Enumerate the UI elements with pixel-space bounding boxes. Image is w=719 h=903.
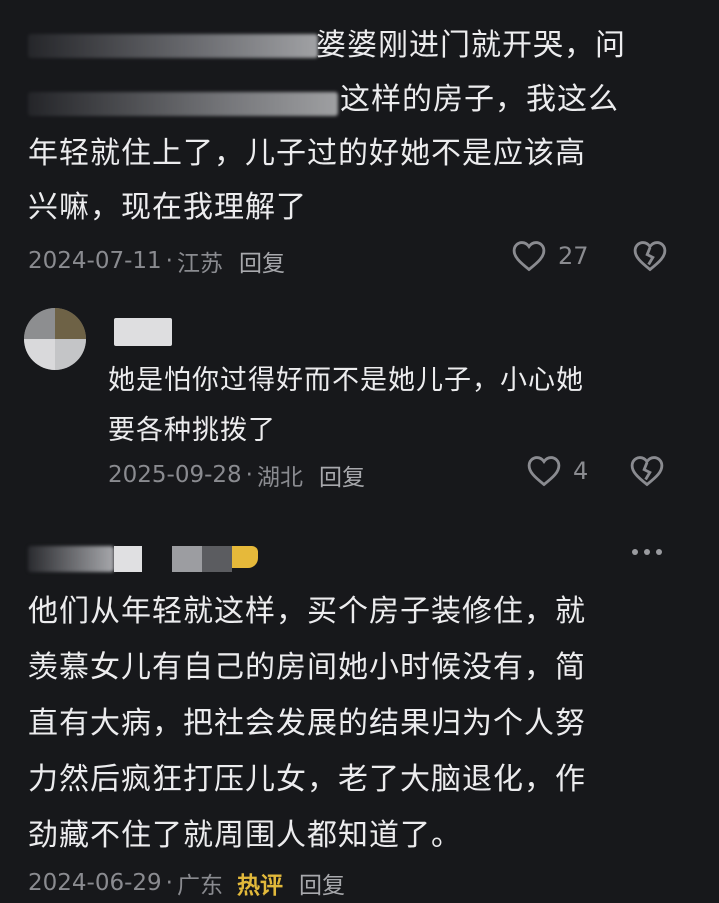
like-count: 4	[573, 457, 589, 485]
comment-text-line: 羡慕女儿有自己的房间她小时候没有，简	[28, 650, 586, 685]
broken-heart-icon[interactable]	[630, 455, 664, 487]
comment-text-line: 他们从年轻就这样，买个房子装修住，就	[28, 594, 586, 629]
reply-location: 湖北	[256, 465, 303, 491]
heart-icon[interactable]	[527, 455, 561, 487]
reply-actions: 4	[527, 455, 664, 487]
comment-2: 他们从年轻就这样，买个房子装修住，就 羡慕女儿有自己的房间她小时候没有，简 直有…	[0, 530, 719, 903]
reply-date: 2025-09-28	[108, 462, 242, 488]
redacted-badge	[114, 546, 142, 572]
redacted-badge	[172, 546, 202, 572]
broken-heart-icon[interactable]	[633, 240, 667, 272]
comment-location: 江苏	[176, 251, 223, 277]
redacted-username	[28, 546, 114, 572]
reply-text-line: 她是怕你过得好而不是她儿子，小心她	[108, 365, 584, 396]
reply-meta: 2025-09-28 · 湖北 回复	[108, 458, 365, 492]
comment-actions: 27	[512, 240, 667, 272]
redacted-username	[114, 318, 172, 346]
comment-text-line: 直有大病，把社会发展的结果归为个人努	[28, 706, 586, 741]
comment-text-line: 这样的房子，我这么	[340, 82, 619, 117]
reply-text-line: 要各种挑拨了	[108, 415, 276, 446]
like-count: 27	[558, 242, 589, 270]
comment-text-line: 劲藏不住了就周围人都知道了。	[28, 818, 462, 853]
comment-meta: 2024-06-29 · 广东 热评 回复	[28, 866, 345, 900]
reply-1: 她是怕你过得好而不是她儿子，小心她 要各种挑拨了 2025-09-28 · 湖北…	[0, 300, 719, 510]
redacted-text	[28, 92, 338, 116]
comment-location: 广东	[176, 873, 223, 899]
redacted-text	[28, 34, 318, 58]
comment-date: 2024-06-29	[28, 870, 162, 896]
comment-date: 2024-07-11	[28, 248, 162, 274]
reply-button[interactable]: 回复	[299, 866, 345, 900]
comment-text-line: 婆婆刚进门就开哭，问	[316, 28, 626, 63]
meta-separator: ·	[245, 462, 253, 488]
comment-text-line: 力然后疯狂打压儿女，老了大脑退化，作	[28, 762, 586, 797]
hot-comment-badge: 热评	[236, 873, 283, 899]
comment-text-line: 年轻就住上了，儿子过的好她不是应该高	[28, 136, 586, 171]
avatar[interactable]	[24, 308, 86, 370]
comment-1: 婆婆刚进门就开哭，问 这样的房子，我这么 年轻就住上了，儿子过的好她不是应该高 …	[0, 0, 719, 290]
reply-button[interactable]: 回复	[239, 244, 285, 278]
meta-separator: ·	[165, 870, 173, 896]
comment-meta: 2024-07-11 · 江苏 回复	[28, 244, 285, 278]
redacted-badge	[232, 546, 258, 568]
redacted-badge	[202, 546, 232, 572]
meta-separator: ·	[165, 248, 173, 274]
reply-button[interactable]: 回复	[319, 458, 365, 492]
more-dots-icon[interactable]	[632, 549, 662, 555]
heart-icon[interactable]	[512, 240, 546, 272]
comment-text-line: 兴嘛，现在我理解了	[28, 190, 307, 225]
